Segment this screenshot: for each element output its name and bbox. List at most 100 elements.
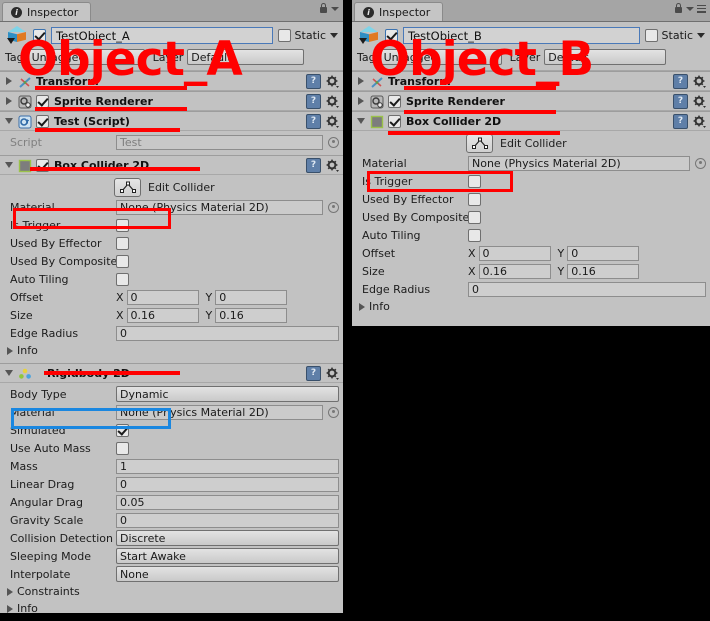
object-name-field-b[interactable]: TestObject_B xyxy=(403,27,640,44)
used-by-composite-checkbox[interactable] xyxy=(468,210,481,224)
gear-icon[interactable] xyxy=(326,115,339,128)
used-by-effector-checkbox[interactable] xyxy=(468,192,481,206)
component-header[interactable]: Sprite Renderer ? xyxy=(0,92,343,111)
component-header[interactable]: Transform ? xyxy=(0,72,343,91)
interpolate-dropdown[interactable]: None xyxy=(116,566,339,582)
foldout-arrow-icon[interactable] xyxy=(3,97,14,105)
gear-icon[interactable] xyxy=(693,95,706,108)
chevron-down-icon[interactable] xyxy=(331,6,339,11)
tag-dropdown-b[interactable]: Untagged xyxy=(379,49,502,65)
foldout-arrow-icon[interactable] xyxy=(355,97,366,105)
gear-icon[interactable] xyxy=(326,75,339,88)
gear-icon[interactable] xyxy=(326,159,339,172)
use-auto-mass-checkbox[interactable] xyxy=(116,441,129,455)
offset-x-input[interactable]: 0 xyxy=(126,289,199,305)
body-type-dropdown[interactable]: Dynamic xyxy=(116,386,339,402)
tab-inspector-b[interactable]: i Inspector xyxy=(354,2,444,21)
component-enabled-checkbox[interactable] xyxy=(36,94,49,108)
object-name-field-a[interactable]: TestObject_A xyxy=(51,27,273,44)
foldout-constraints[interactable]: Constraints xyxy=(4,583,339,600)
size-x-input[interactable]: 0.16 xyxy=(478,263,551,279)
foldout-arrow-icon[interactable] xyxy=(355,77,366,85)
component-header[interactable]: Test (Script) ? xyxy=(0,112,343,131)
layer-dropdown-b[interactable]: Default xyxy=(544,49,667,65)
tab-inspector-a[interactable]: i Inspector xyxy=(2,2,92,21)
property-row-used-by-effector: Used By Effector xyxy=(4,234,339,252)
material-object-field[interactable]: None (Physics Material 2D) xyxy=(116,199,323,215)
menu-icon[interactable] xyxy=(697,4,706,13)
size-x-input[interactable]: 0.16 xyxy=(126,307,199,323)
lock-icon[interactable] xyxy=(319,3,328,14)
object-picker-icon[interactable] xyxy=(328,201,339,213)
foldout-info[interactable]: Info xyxy=(4,600,339,617)
component-header[interactable]: Box Collider 2D ? xyxy=(0,156,343,175)
offset-y-input[interactable]: 0 xyxy=(567,245,640,261)
component-header[interactable]: Box Collider 2D ? xyxy=(352,112,710,131)
edit-collider-button[interactable] xyxy=(466,134,493,153)
component-header[interactable]: Rigidbody 2D ? xyxy=(0,364,343,383)
foldout-info[interactable]: Info xyxy=(356,298,706,315)
collision-detection-dropdown[interactable]: Discrete xyxy=(116,530,339,546)
gear-icon[interactable] xyxy=(693,115,706,128)
help-icon[interactable]: ? xyxy=(306,365,321,381)
object-picker-icon[interactable] xyxy=(695,157,706,169)
object-picker-icon[interactable] xyxy=(328,406,339,418)
foldout-arrow-icon[interactable] xyxy=(3,370,14,376)
property-row-auto-tiling: Auto Tiling xyxy=(4,270,339,288)
foldout-arrow-icon[interactable] xyxy=(3,162,14,168)
component-enabled-checkbox[interactable] xyxy=(388,114,401,128)
foldout-arrow-icon[interactable] xyxy=(3,77,14,85)
foldout-arrow-icon[interactable] xyxy=(355,118,366,124)
simulated-checkbox[interactable] xyxy=(116,423,129,437)
component-enabled-checkbox[interactable] xyxy=(36,114,49,128)
linear-drag-input[interactable]: 0 xyxy=(116,476,339,492)
foldout-arrow-icon[interactable] xyxy=(3,118,14,124)
help-icon[interactable]: ? xyxy=(306,73,321,89)
static-dropdown-caret-icon[interactable] xyxy=(697,33,705,38)
is-trigger-checkbox[interactable] xyxy=(116,218,129,232)
material-object-field[interactable]: None (Physics Material 2D) xyxy=(116,404,323,420)
offset-y-input[interactable]: 0 xyxy=(215,289,288,305)
gear-icon[interactable] xyxy=(693,75,706,88)
foldout-info[interactable]: Info xyxy=(4,342,339,359)
tag-dropdown-a[interactable]: Untagged xyxy=(27,49,145,65)
component-enabled-checkbox[interactable] xyxy=(388,94,401,108)
auto-tiling-checkbox[interactable] xyxy=(468,228,481,242)
script-object-field[interactable]: Test xyxy=(116,134,323,150)
material-object-field[interactable]: None (Physics Material 2D) xyxy=(468,155,690,171)
chevron-down-icon[interactable] xyxy=(686,6,694,11)
sleeping-mode-dropdown[interactable]: Start Awake xyxy=(116,548,339,564)
help-icon[interactable]: ? xyxy=(306,93,321,109)
component-header[interactable]: Transform ? xyxy=(352,72,710,91)
help-icon[interactable]: ? xyxy=(673,73,688,89)
component-header[interactable]: Sprite Renderer ? xyxy=(352,92,710,111)
size-y-input[interactable]: 0.16 xyxy=(215,307,288,323)
help-icon[interactable]: ? xyxy=(306,157,321,173)
gravity-scale-input[interactable]: 0 xyxy=(116,512,339,528)
angular-drag-input[interactable]: 0.05 xyxy=(116,494,339,510)
layer-dropdown-a[interactable]: Default xyxy=(187,49,305,65)
static-checkbox-b[interactable] xyxy=(644,29,658,42)
gear-icon[interactable] xyxy=(326,95,339,108)
used-by-effector-checkbox[interactable] xyxy=(116,236,129,250)
size-y-input[interactable]: 0.16 xyxy=(567,263,640,279)
edge-radius-input[interactable]: 0 xyxy=(116,325,339,341)
static-dropdown-caret-icon[interactable] xyxy=(330,33,338,38)
static-checkbox-a[interactable] xyxy=(277,29,291,42)
offset-x-input[interactable]: 0 xyxy=(478,245,551,261)
object-enabled-checkbox-b[interactable] xyxy=(385,29,398,42)
object-picker-icon[interactable] xyxy=(328,136,339,148)
help-icon[interactable]: ? xyxy=(673,93,688,109)
mass-input[interactable]: 1 xyxy=(116,458,339,474)
used-by-composite-checkbox[interactable] xyxy=(116,254,129,268)
component-enabled-checkbox[interactable] xyxy=(36,158,49,172)
gear-icon[interactable] xyxy=(326,367,339,380)
object-enabled-checkbox-a[interactable] xyxy=(33,29,46,42)
edge-radius-input[interactable]: 0 xyxy=(468,281,706,297)
auto-tiling-checkbox[interactable] xyxy=(116,272,129,286)
help-icon[interactable]: ? xyxy=(306,113,321,129)
edit-collider-button[interactable] xyxy=(114,178,141,197)
help-icon[interactable]: ? xyxy=(673,113,688,129)
lock-icon[interactable] xyxy=(674,3,683,14)
is-trigger-checkbox[interactable] xyxy=(468,174,481,188)
